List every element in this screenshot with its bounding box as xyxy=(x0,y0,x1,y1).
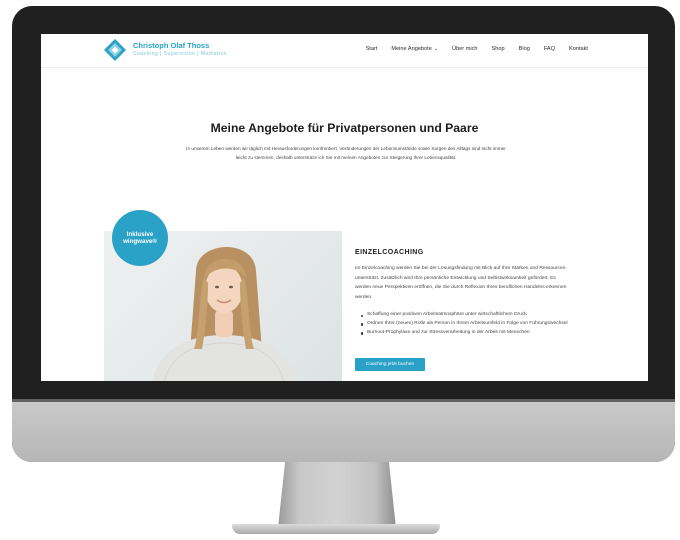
nav-item-angebote-label: Meine Angebote xyxy=(391,46,432,52)
brand-tagline: Coaching | Supervision | Mediation xyxy=(133,51,228,57)
main-nav: Start Meine Angebote ⌄ Über mich Shop Blo… xyxy=(366,46,588,52)
list-item: Ordnen Ihrer (neuen) Rolle als Person in… xyxy=(361,320,573,329)
monitor-frame: Christoph Olaf Thoss Coaching | Supervis… xyxy=(12,6,675,462)
badge-line-1: Inklusive xyxy=(126,230,154,238)
book-coaching-button[interactable]: Coaching jetzt buchen xyxy=(355,358,425,371)
nav-item-shop[interactable]: Shop xyxy=(492,46,505,52)
badge-line-2: wingwave® xyxy=(123,238,157,245)
wingwave-badge: Inklusive wingwave® xyxy=(112,210,168,266)
nav-item-ueber-mich[interactable]: Über mich xyxy=(452,46,478,52)
monitor-screen: Christoph Olaf Thoss Coaching | Supervis… xyxy=(41,34,648,381)
nav-item-angebote[interactable]: Meine Angebote ⌄ xyxy=(391,46,438,52)
monitor-stand-base xyxy=(232,524,440,534)
logo-icon[interactable] xyxy=(103,38,127,62)
site-header: Christoph Olaf Thoss Coaching | Supervis… xyxy=(41,34,648,68)
monitor-chin xyxy=(12,402,675,462)
monitor-stand xyxy=(278,462,396,528)
nav-item-start[interactable]: Start xyxy=(366,46,378,52)
nav-item-kontakt[interactable]: Kontakt xyxy=(569,46,588,52)
offer-title: EINZELCOACHING xyxy=(355,249,424,256)
nav-item-faq[interactable]: FAQ xyxy=(544,46,555,52)
offer-description: Im Einzelcoaching werden Sie bei der Lös… xyxy=(355,266,567,300)
list-item: Schaffung einer positiven Arbeitsatmosph… xyxy=(361,311,573,320)
list-item: Burnout-Prophylaxe und zur Stressverarbe… xyxy=(361,329,573,338)
brand-name[interactable]: Christoph Olaf Thoss xyxy=(133,41,209,50)
chevron-down-icon: ⌄ xyxy=(433,46,439,52)
intro-text: In unserem Leben werden wir täglich mit … xyxy=(186,146,506,160)
nav-item-blog[interactable]: Blog xyxy=(519,46,530,52)
page-title: Meine Angebote für Privatpersonen und Pa… xyxy=(210,121,479,135)
offer-bullet-list: Schaffung einer positiven Arbeitsatmosph… xyxy=(361,311,573,338)
